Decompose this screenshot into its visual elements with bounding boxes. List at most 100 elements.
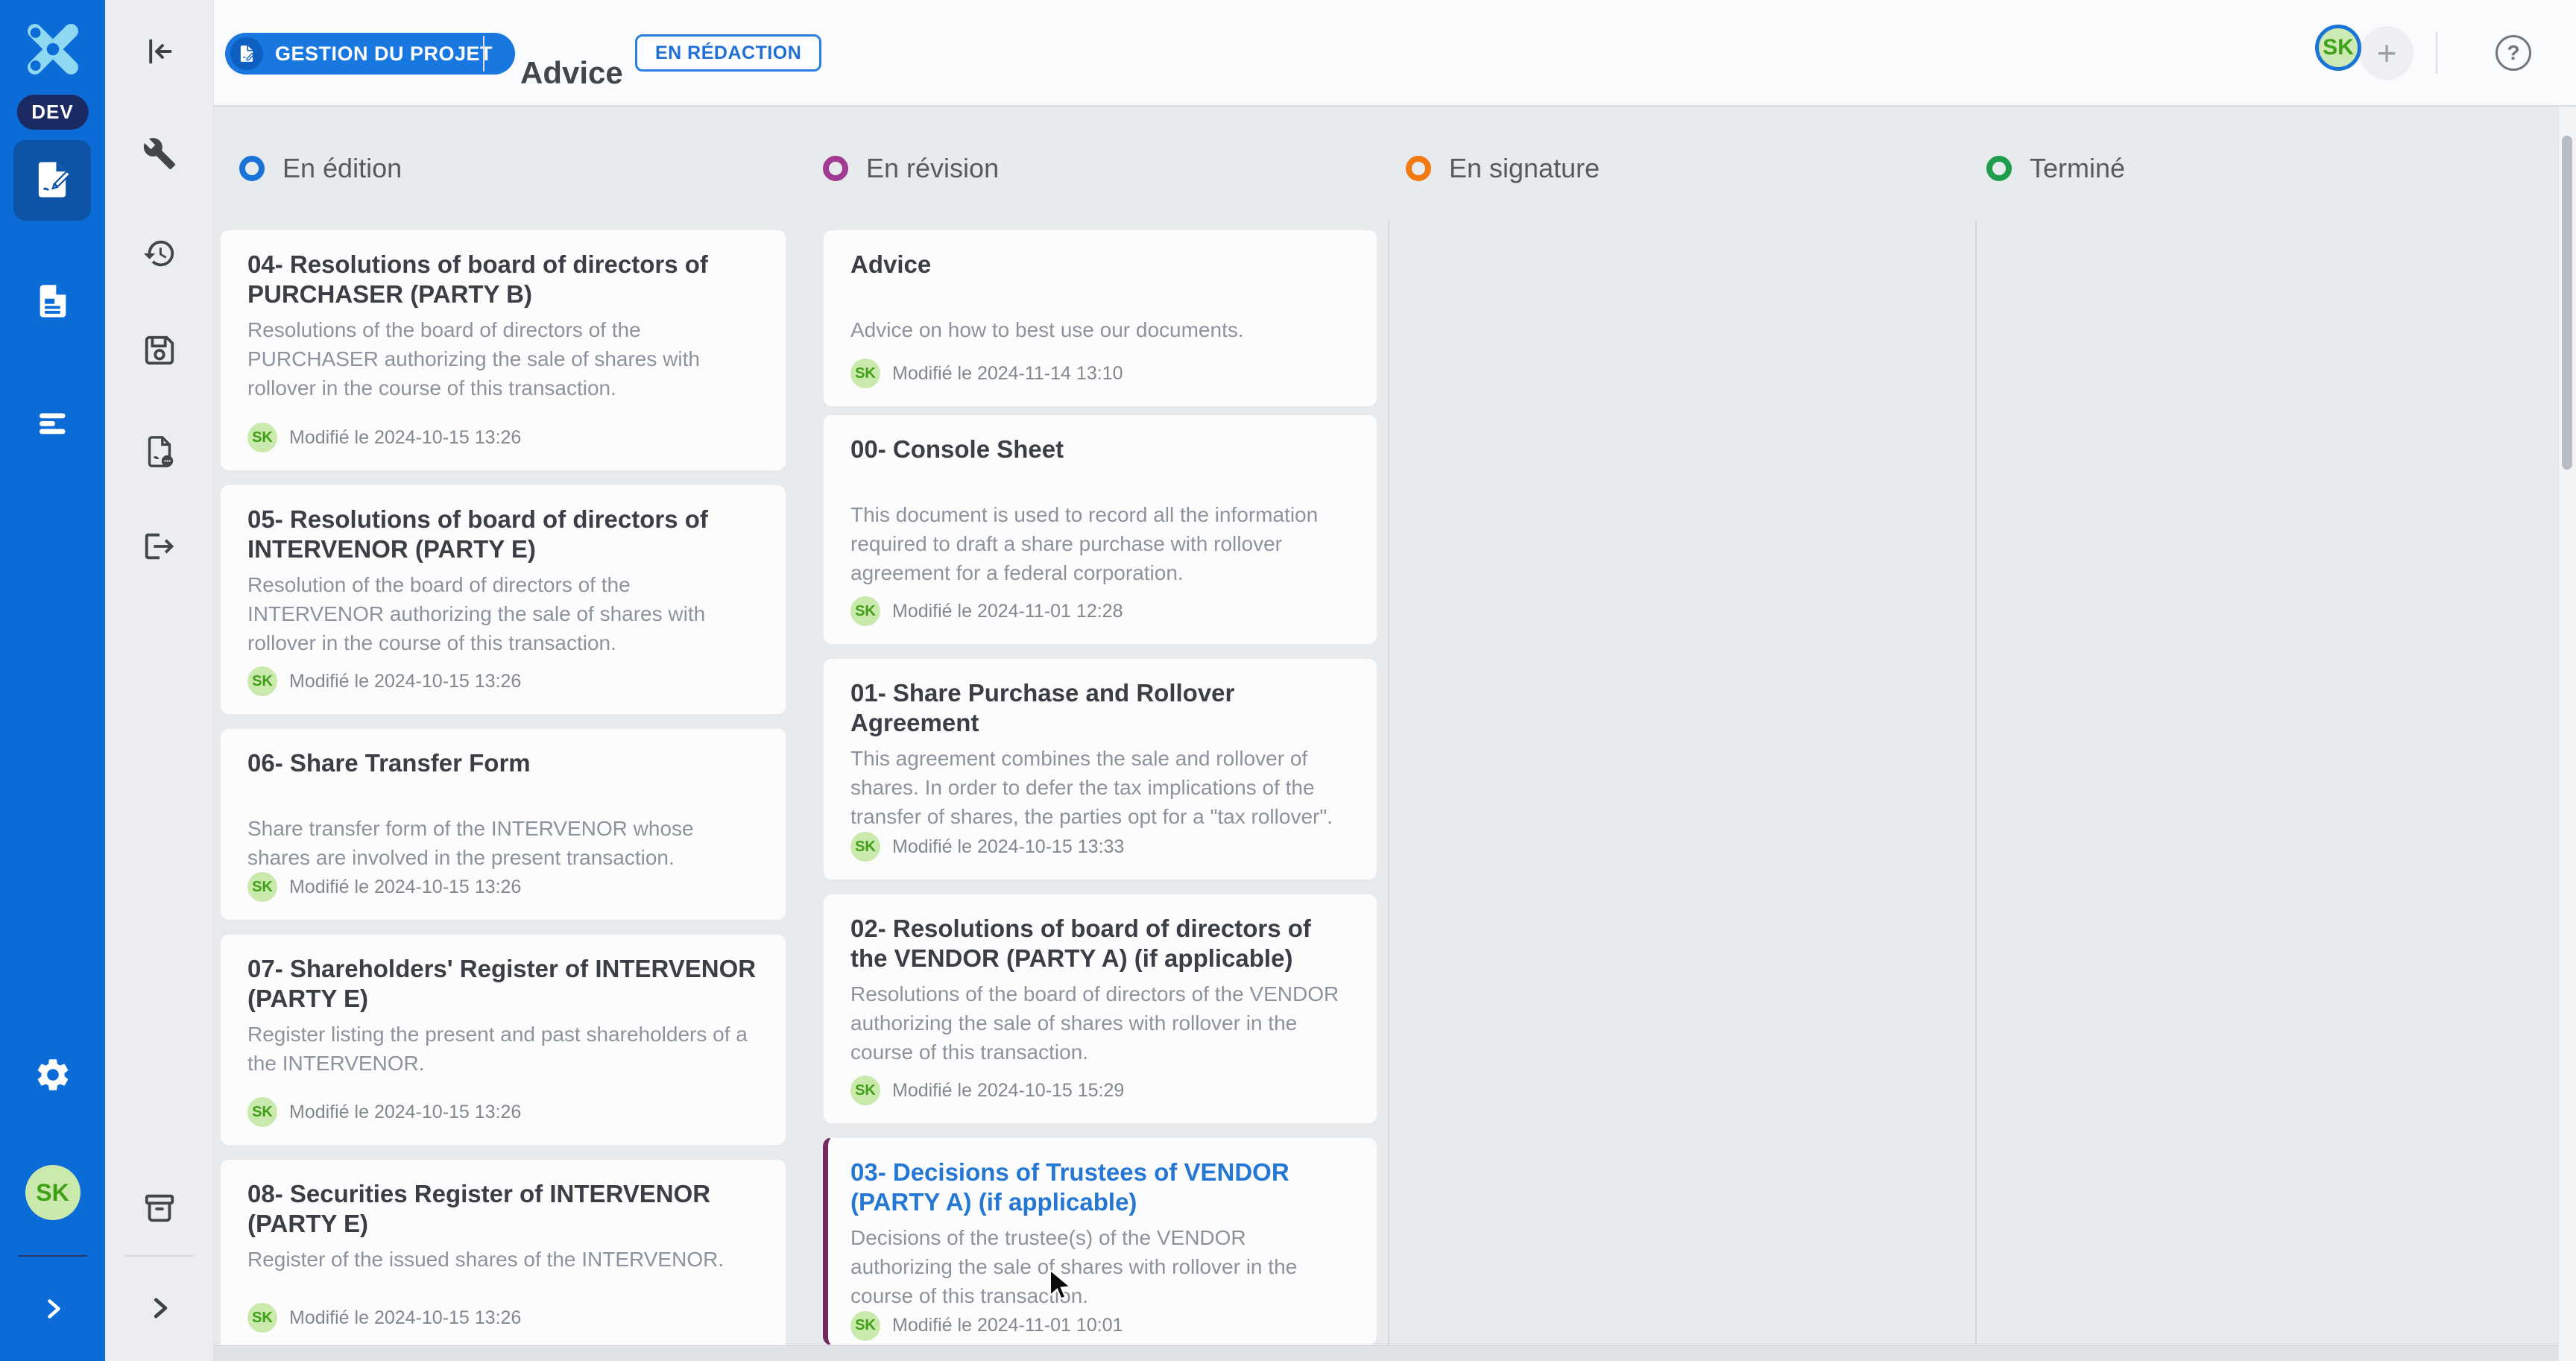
cards-list xyxy=(1986,230,2541,1361)
tools-icon xyxy=(142,136,177,173)
kanban-card[interactable]: 00- Console SheetThis document is used t… xyxy=(823,414,1377,645)
kanban-card[interactable]: 04- Resolutions of board of directors of… xyxy=(220,230,786,471)
card-description: This agreement combines the sale and rol… xyxy=(850,744,1350,832)
column-en-signature: En signature xyxy=(1406,105,1960,1361)
horizontal-scrollbar-track[interactable] xyxy=(213,1345,2559,1361)
history-button[interactable] xyxy=(105,236,213,273)
kanban-card[interactable]: 06- Share Transfer FormShare transfer fo… xyxy=(220,728,786,921)
export-button[interactable] xyxy=(105,529,213,566)
kanban-card[interactable]: 03- Decisions of Trustees of VENDOR (PAR… xyxy=(823,1137,1377,1345)
card-footer: SKModifié le 2024-10-15 13:26 xyxy=(247,1303,759,1333)
avatar: SK xyxy=(247,666,277,696)
user-avatar[interactable]: SK xyxy=(2315,25,2361,71)
collapse-sidebar-icon xyxy=(144,36,175,69)
page-title: Advice xyxy=(520,55,623,91)
card-footer: SK Modifié le 2024-10-15 13:33 xyxy=(850,832,1350,862)
column-header: En signature xyxy=(1406,151,1600,186)
cards-list: AdviceAdvice on how to best use our docu… xyxy=(823,230,1377,1361)
kanban-card[interactable]: 07- Shareholders' Register of INTERVENOR… xyxy=(220,934,786,1146)
column-header: Terminé xyxy=(1986,151,2125,186)
document-edit-icon xyxy=(31,158,74,203)
chevron-right-icon xyxy=(40,1295,66,1324)
card-description: Share transfer form of the INTERVENOR wh… xyxy=(247,814,759,872)
card-footer: SKModifié le 2024-11-01 10:01 xyxy=(850,1311,1350,1341)
env-badge: DEV xyxy=(16,95,88,130)
column-en-revision: En révision AdviceAdvice on how to best … xyxy=(823,105,1377,1361)
sidebar-item-documents[interactable] xyxy=(0,282,105,323)
top-bar: GESTION DU PROJET Advice EN RÉDACTION SK… xyxy=(213,0,2576,107)
document-report-button[interactable] xyxy=(105,435,213,471)
vertical-scrollbar-track[interactable] xyxy=(2558,105,2576,1361)
sidebar-user-avatar[interactable]: SK xyxy=(25,1165,80,1220)
card-title: 05- Resolutions of board of directors of… xyxy=(247,505,759,570)
primary-sidebar: DEV xyxy=(0,0,105,1361)
card-footer: SKModifié le 2024-10-15 13:26 xyxy=(247,666,759,696)
column-label: En édition xyxy=(282,153,402,184)
project-edit-icon xyxy=(230,37,263,70)
header-divider-right xyxy=(2436,32,2437,74)
sidebar-item-menu-lines[interactable] xyxy=(0,405,105,443)
project-badge[interactable]: GESTION DU PROJET xyxy=(225,33,515,75)
document-icon xyxy=(34,282,72,323)
card-title: 06- Share Transfer Form xyxy=(247,748,759,814)
plus-icon: + xyxy=(2377,33,2397,73)
card-modified-label: Modifié le 2024-10-15 13:26 xyxy=(289,1307,521,1329)
sidebar-expand-button[interactable] xyxy=(0,1295,105,1324)
card-footer: SKModifié le 2024-10-15 15:29 xyxy=(850,1076,1350,1105)
status-circle-icon xyxy=(823,156,848,181)
save-button[interactable] xyxy=(105,333,213,370)
archive-icon xyxy=(142,1190,177,1227)
kanban-card[interactable]: 02- Resolutions of board of directors of… xyxy=(823,894,1377,1124)
avatar: SK xyxy=(247,1097,277,1127)
card-title: 01- Share Purchase and Rollover Agreemen… xyxy=(850,678,1350,744)
kanban-card[interactable]: 05- Resolutions of board of directors of… xyxy=(220,484,786,715)
card-description: Resolution of the board of directors of … xyxy=(247,570,759,658)
header-divider xyxy=(483,36,484,72)
avatar: SK xyxy=(850,1311,880,1341)
avatar: SK xyxy=(247,423,277,452)
menu-lines-icon xyxy=(35,405,71,443)
avatar: SK xyxy=(850,832,880,862)
card-description: Resolutions of the board of directors of… xyxy=(850,979,1350,1067)
avatar: SK xyxy=(850,1076,880,1105)
avatar: SK xyxy=(850,359,880,388)
sidebar-item-settings[interactable] xyxy=(0,1055,105,1096)
sidebar-item-documents-edit[interactable] xyxy=(13,140,91,221)
column-termine: Terminé xyxy=(1986,105,2541,1361)
card-footer: SKModifié le 2024-10-15 13:26 xyxy=(247,872,759,902)
card-footer: SK Modifié le 2024-11-14 13:10 xyxy=(850,359,1350,388)
card-title: 02- Resolutions of board of directors of… xyxy=(850,914,1350,979)
kanban-card[interactable]: 01- Share Purchase and Rollover Agreemen… xyxy=(823,658,1377,880)
export-icon xyxy=(142,529,177,566)
document-report-icon xyxy=(142,435,177,471)
card-modified-label: Modifié le 2024-10-15 13:26 xyxy=(289,1102,521,1123)
card-title: 07- Shareholders' Register of INTERVENOR… xyxy=(247,954,759,1020)
column-label: En signature xyxy=(1449,153,1600,184)
kanban-card[interactable]: AdviceAdvice on how to best use our docu… xyxy=(823,230,1377,407)
column-divider xyxy=(1975,221,1977,1346)
card-modified-label: Modifié le 2024-10-15 13:33 xyxy=(892,836,1124,858)
kanban-card[interactable]: 08- Securities Register of INTERVENOR (P… xyxy=(220,1159,786,1351)
card-modified-label: Modifié le 2024-10-15 13:26 xyxy=(289,877,521,898)
card-modified-label: Modifié le 2024-11-14 13:10 xyxy=(892,363,1123,385)
archive-button[interactable] xyxy=(105,1190,213,1227)
status-circle-icon xyxy=(1986,156,2012,181)
vertical-scrollbar-thumb[interactable] xyxy=(2562,136,2572,470)
card-description: This document is used to record all the … xyxy=(850,500,1350,588)
card-title: 03- Decisions of Trustees of VENDOR (PAR… xyxy=(850,1158,1350,1223)
avatar: SK xyxy=(850,596,880,626)
add-user-button[interactable]: + xyxy=(2360,26,2414,80)
rail-divider xyxy=(124,1255,194,1257)
tools-button[interactable] xyxy=(105,136,213,173)
rail-expand-button[interactable] xyxy=(105,1294,213,1324)
card-description: Resolutions of the board of directors of… xyxy=(247,315,759,403)
help-button[interactable]: ? xyxy=(2496,35,2531,71)
collapse-sidebar-button[interactable] xyxy=(105,36,213,69)
status-circle-icon xyxy=(1406,156,1431,181)
card-description: Register of the issued shares of the INT… xyxy=(247,1245,759,1274)
card-description: Register listing the present and past sh… xyxy=(247,1020,759,1078)
tool-rail xyxy=(105,0,214,1361)
sidebar-divider xyxy=(18,1255,87,1257)
card-title: Advice xyxy=(850,250,1350,315)
column-header: En révision xyxy=(823,151,999,186)
